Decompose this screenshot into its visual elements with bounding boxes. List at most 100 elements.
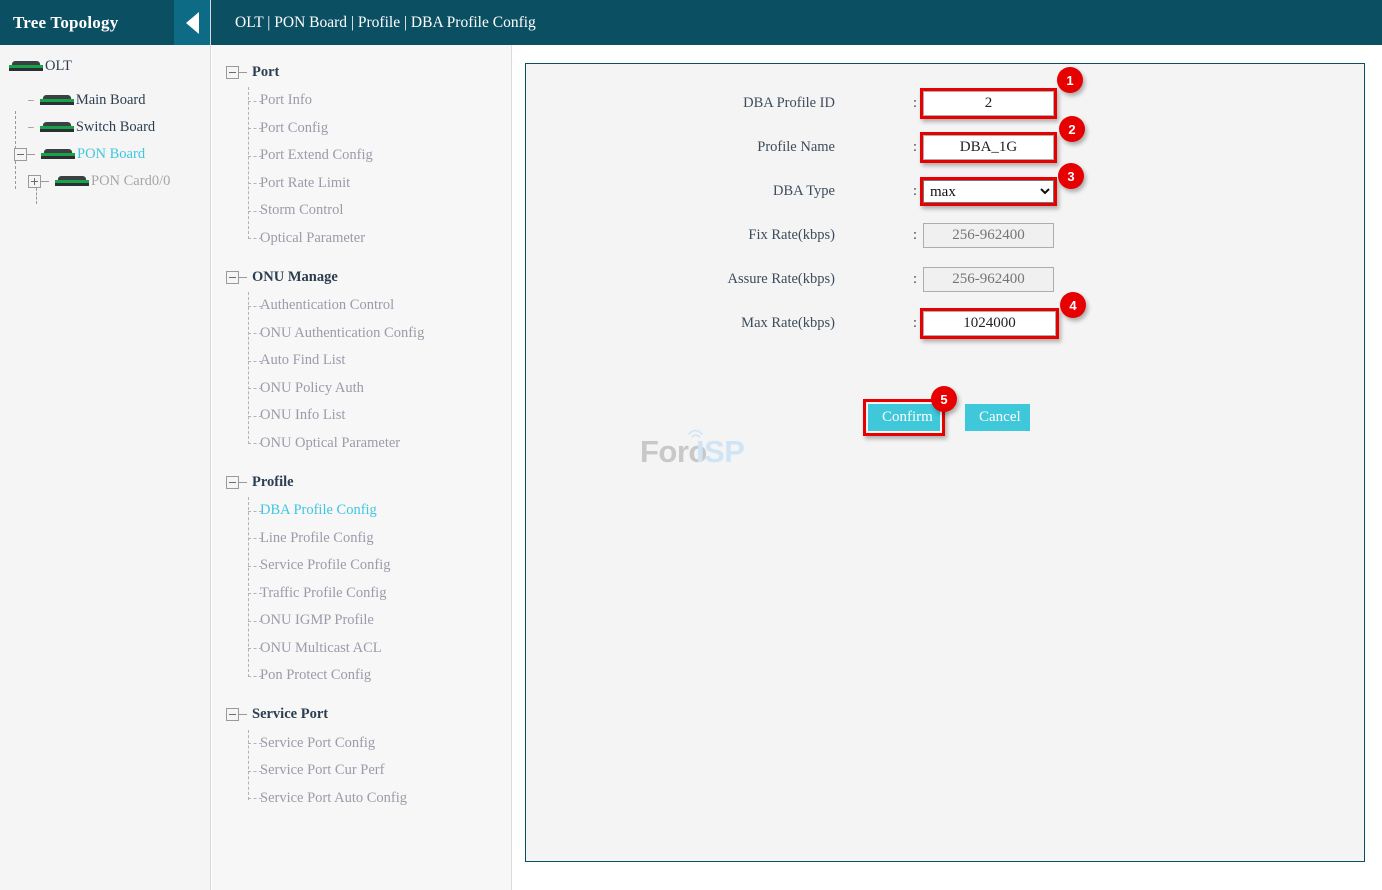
menu-branch-line xyxy=(248,238,262,240)
menu-item-onu-policy-auth[interactable]: ONU Policy Auth xyxy=(212,375,511,403)
menu-item-label: Optical Parameter xyxy=(260,229,366,246)
top-breadcrumb-bar: OLT | PON Board | Profile | DBA Profile … xyxy=(211,0,1382,45)
menu-item-label: Service Profile Config xyxy=(260,557,391,574)
tree-item-pon-card[interactable]: PON Card0/0 xyxy=(0,168,210,194)
menu-item-label: DBA Profile Config xyxy=(260,502,377,519)
collapse-expander-icon[interactable] xyxy=(226,708,239,721)
menu-branch-line xyxy=(248,415,262,417)
field-colon: : xyxy=(913,315,918,331)
tree-connector-line xyxy=(239,71,247,73)
step-badge-5: 5 xyxy=(931,386,957,412)
menu-items: DBA Profile Config Line Profile Config S… xyxy=(212,497,511,690)
menu-item-onu-authentication-config[interactable]: ONU Authentication Config xyxy=(212,320,511,348)
menu-item-optical-parameter[interactable]: Optical Parameter xyxy=(212,225,511,253)
topology-tree: OLT – Main Board – Switch Board PON Boar… xyxy=(0,45,210,204)
field-colon: : xyxy=(913,139,918,155)
menu-item-service-port-config[interactable]: Service Port Config xyxy=(212,730,511,758)
menu-item-label: Service Port Cur Perf xyxy=(260,762,385,779)
menu-branch-line xyxy=(248,510,262,512)
collapse-expander-icon[interactable] xyxy=(226,475,239,489)
step-badge-2: 2 xyxy=(1059,116,1085,142)
menu-branch-line xyxy=(248,770,262,772)
profile-name-input[interactable] xyxy=(923,135,1054,160)
field-colon: : xyxy=(913,227,918,243)
menu-group-header[interactable]: Profile xyxy=(212,467,511,497)
menu-item-service-port-cur-perf[interactable]: Service Port Cur Perf xyxy=(212,757,511,785)
menu-item-label: Storm Control xyxy=(260,202,344,219)
menu-branch-line xyxy=(248,648,262,650)
cancel-button[interactable]: Cancel xyxy=(965,404,1030,431)
breadcrumb: OLT | PON Board | Profile | DBA Profile … xyxy=(235,13,536,31)
form-row-fix-rate: Fix Rate(kbps) : xyxy=(526,223,1364,248)
menu-item-label: Port Config xyxy=(260,119,329,136)
tree-item-main-board[interactable]: – Main Board xyxy=(0,87,210,113)
menu-item-onu-optical-parameter[interactable]: ONU Optical Parameter xyxy=(212,430,511,458)
menu-branch-line xyxy=(248,155,262,157)
menu-item-service-port-auto-config[interactable]: Service Port Auto Config xyxy=(212,785,511,813)
menu-item-pon-protect-config[interactable]: Pon Protect Config xyxy=(212,662,511,690)
tree-topology-sidebar: Tree Topology OLT – Main Board – Switch … xyxy=(0,0,211,890)
menu-group-profile: Profile DBA Profile Config Line Profile … xyxy=(212,467,511,690)
tree-item-pon-board[interactable]: PON Board xyxy=(0,141,210,167)
menu-item-line-profile-config[interactable]: Line Profile Config xyxy=(212,525,511,553)
menu-item-port-rate-limit[interactable]: Port Rate Limit xyxy=(212,170,511,198)
dba-type-select[interactable]: max xyxy=(923,180,1054,203)
tree-connector-line xyxy=(239,714,247,715)
assure-rate-input[interactable] xyxy=(923,267,1054,292)
tree-branch-dash: – xyxy=(27,92,35,108)
content-area: DBA Profile ID : 1 Profile Name : 2 DBA … xyxy=(513,45,1382,890)
sidebar-header: Tree Topology xyxy=(0,0,210,45)
menu-group-header[interactable]: Service Port xyxy=(212,700,511,730)
menu-item-label: Service Port Auto Config xyxy=(260,789,408,806)
field-label: Profile Name xyxy=(757,139,835,155)
tree-item-switch-board[interactable]: – Switch Board xyxy=(0,114,210,140)
menu-group-header[interactable]: Port xyxy=(212,57,511,87)
field-label: Max Rate(kbps) xyxy=(741,315,835,331)
menu-items: Port Info Port Config Port Extend Config… xyxy=(212,87,511,252)
menu-branch-line xyxy=(248,360,262,362)
menu-item-storm-control[interactable]: Storm Control xyxy=(212,197,511,225)
field-colon: : xyxy=(913,95,918,111)
menu-item-port-config[interactable]: Port Config xyxy=(212,115,511,143)
tree-connector-line xyxy=(41,180,49,182)
tree-connector-line xyxy=(27,153,35,155)
menu-item-label: Port Extend Config xyxy=(260,147,373,164)
menu-item-authentication-control[interactable]: Authentication Control xyxy=(212,292,511,320)
menu-branch-line xyxy=(248,620,262,622)
menu-group-service-port: Service Port Service Port Config Service… xyxy=(212,700,511,813)
menu-branch-line xyxy=(248,593,262,595)
menu-item-dba-profile-config[interactable]: DBA Profile Config xyxy=(212,497,511,525)
tree-item-olt[interactable]: OLT xyxy=(0,53,210,79)
board-icon xyxy=(39,121,74,133)
menu-item-onu-multicast-acl[interactable]: ONU Multicast ACL xyxy=(212,635,511,663)
menu-item-label: Port Info xyxy=(260,92,312,109)
collapse-expander-icon[interactable] xyxy=(14,147,27,161)
menu-item-label: Auto Find List xyxy=(260,352,346,369)
collapse-expander-icon[interactable] xyxy=(226,65,239,79)
menu-item-label: Traffic Profile Config xyxy=(260,584,387,601)
app-root: Tree Topology OLT – Main Board – Switch … xyxy=(0,0,1382,890)
menu-item-port-extend-config[interactable]: Port Extend Config xyxy=(212,142,511,170)
menu-item-service-profile-config[interactable]: Service Profile Config xyxy=(212,552,511,580)
menu-item-label: Authentication Control xyxy=(260,297,395,314)
field-label: Assure Rate(kbps) xyxy=(727,271,835,287)
confirm-button[interactable]: Confirm xyxy=(868,404,940,431)
expand-expander-icon[interactable] xyxy=(28,174,41,188)
menu-item-auto-find-list[interactable]: Auto Find List xyxy=(212,347,511,375)
max-rate-input[interactable] xyxy=(923,311,1056,336)
fix-rate-input[interactable] xyxy=(923,223,1054,248)
menu-group-header[interactable]: ONU Manage xyxy=(212,262,511,292)
menu-item-traffic-profile-config[interactable]: Traffic Profile Config xyxy=(212,580,511,608)
menu-branch-line xyxy=(248,538,262,540)
menu-item-onu-info-list[interactable]: ONU Info List xyxy=(212,402,511,430)
menu-item-onu-igmp-profile[interactable]: ONU IGMP Profile xyxy=(212,607,511,635)
menu-item-port-info[interactable]: Port Info xyxy=(212,87,511,115)
sidebar-title: Tree Topology xyxy=(13,12,119,32)
collapse-expander-icon[interactable] xyxy=(226,270,239,284)
sidebar-collapse-button[interactable] xyxy=(174,0,210,45)
dba-profile-id-input[interactable] xyxy=(923,91,1054,116)
field-label: DBA Profile ID xyxy=(743,95,835,111)
menu-item-label: ONU IGMP Profile xyxy=(260,612,374,629)
tree-item-label: Main Board xyxy=(75,91,146,108)
tree-branch-dash: – xyxy=(27,119,35,135)
